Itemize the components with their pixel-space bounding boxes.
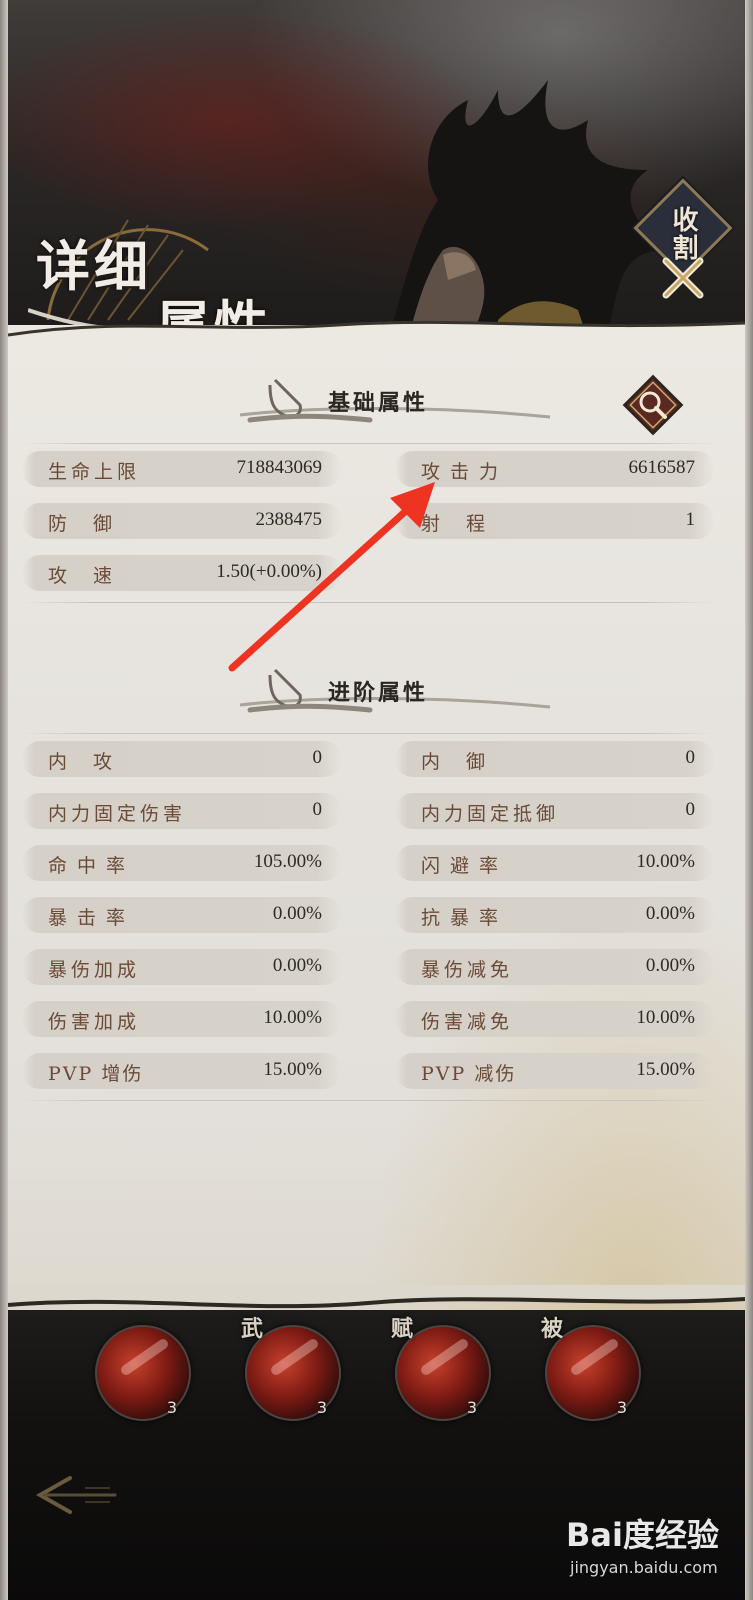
stat-row-crit-damage-reduction: 暴伤减免 0.00%: [395, 949, 715, 985]
close-button[interactable]: 收割: [633, 178, 733, 315]
annotation-arrow: [228, 482, 435, 672]
hero-banner: 详细 属性 收割: [8, 0, 745, 345]
stat-value: 15.00%: [636, 1059, 695, 1080]
stat-label: 暴伤减免: [421, 959, 514, 981]
stat-value: 10.00%: [263, 1007, 322, 1028]
skill-tag: 赋: [391, 1316, 414, 1342]
stat-label: 暴伤加成: [48, 959, 141, 981]
close-icon: [662, 257, 704, 299]
back-button[interactable]: [30, 1470, 120, 1520]
skill-count: 3: [316, 1398, 327, 1417]
section-title-basic: 基础属性: [328, 391, 429, 416]
stat-row-inner-fixed-damage: 内力固定伤害 0: [22, 793, 342, 829]
stat-value: 0.00%: [272, 903, 322, 924]
stat-value: 0: [685, 799, 696, 820]
stat-row-crit-resist: 抗暴率 0.00%: [395, 897, 715, 933]
skill-count: 3: [166, 1398, 177, 1417]
stat-value: 0: [685, 747, 696, 768]
stat-value: 0.00%: [272, 955, 322, 976]
hero-portrait: [388, 80, 668, 340]
stat-label: 攻速: [48, 565, 139, 587]
stat-label: 命中率: [48, 855, 136, 877]
stat-row-crit-rate: 暴击率 0.00%: [22, 897, 342, 933]
watermark: Bai度经验 jingyan.baidu.com: [560, 1490, 740, 1600]
stat-label: PVP 增伤: [48, 1063, 144, 1085]
stat-value: 10.00%: [636, 1007, 695, 1028]
stat-label: 闪避率: [421, 855, 509, 877]
panel-top-border: [8, 320, 745, 355]
stat-row-hit-rate: 命中率 105.00%: [22, 845, 342, 881]
stat-label: 伤害加成: [48, 1011, 141, 1033]
frame-right: [745, 0, 753, 1600]
stat-value: 0.00%: [645, 955, 695, 976]
divider: [20, 733, 717, 734]
stat-label: 防御: [48, 513, 139, 535]
frame-left: [0, 0, 8, 1600]
skill-count: 3: [616, 1398, 627, 1417]
stat-label: 内御: [421, 751, 512, 773]
stat-value: 15.00%: [263, 1059, 322, 1080]
skill-tag: 被: [541, 1316, 564, 1342]
watermark-url: jingyan.baidu.com: [570, 1558, 718, 1577]
stat-value: 0: [312, 799, 323, 820]
stat-label: 内攻: [48, 751, 139, 773]
stat-row-dodge-rate: 闪避率 10.00%: [395, 845, 715, 881]
skill-count: 3: [466, 1398, 477, 1417]
stat-label: PVP 减伤: [421, 1063, 517, 1085]
skill-slot-1[interactable]: 3: [95, 1325, 191, 1421]
stat-value: 10.00%: [636, 851, 695, 872]
stat-label: 生命上限: [48, 461, 141, 483]
stat-row-inner-attack: 内攻 0: [22, 741, 342, 777]
stat-row-inner-defense: 内御 0: [395, 741, 715, 777]
stat-row-pvp-damage-reduction: PVP 减伤 15.00%: [395, 1053, 715, 1089]
stat-row-damage-bonus: 伤害加成 10.00%: [22, 1001, 342, 1037]
stat-label: 内力固定伤害: [48, 803, 187, 825]
stat-row-damage-reduction: 伤害减免 10.00%: [395, 1001, 715, 1037]
search-button[interactable]: [620, 372, 686, 438]
skill-tag: 武: [241, 1316, 264, 1342]
stat-label: 内力固定抵御: [421, 803, 560, 825]
stat-value: 1: [685, 509, 696, 530]
stat-label: 抗暴率: [421, 907, 509, 929]
stat-row-pvp-damage-bonus: PVP 增伤 15.00%: [22, 1053, 342, 1089]
watermark-logo: Bai度经验: [566, 1516, 719, 1554]
stat-value: 6616587: [628, 457, 696, 478]
stat-value: 0: [312, 747, 323, 768]
skill-slot-4[interactable]: 被 3: [541, 1316, 641, 1421]
stat-row-inner-fixed-resist: 内力固定抵御 0: [395, 793, 715, 829]
stat-label: 伤害减免: [421, 1011, 514, 1033]
divider: [20, 443, 717, 444]
title-line-1: 详细: [36, 234, 152, 298]
stat-value: 105.00%: [253, 851, 322, 872]
stat-row-crit-damage-bonus: 暴伤加成 0.00%: [22, 949, 342, 985]
stat-label: 暴击率: [48, 907, 136, 929]
skill-slot-3[interactable]: 赋 3: [391, 1316, 491, 1421]
skill-slot-2[interactable]: 武 3: [241, 1316, 341, 1421]
stat-value: 0.00%: [645, 903, 695, 924]
divider: [20, 1100, 717, 1101]
